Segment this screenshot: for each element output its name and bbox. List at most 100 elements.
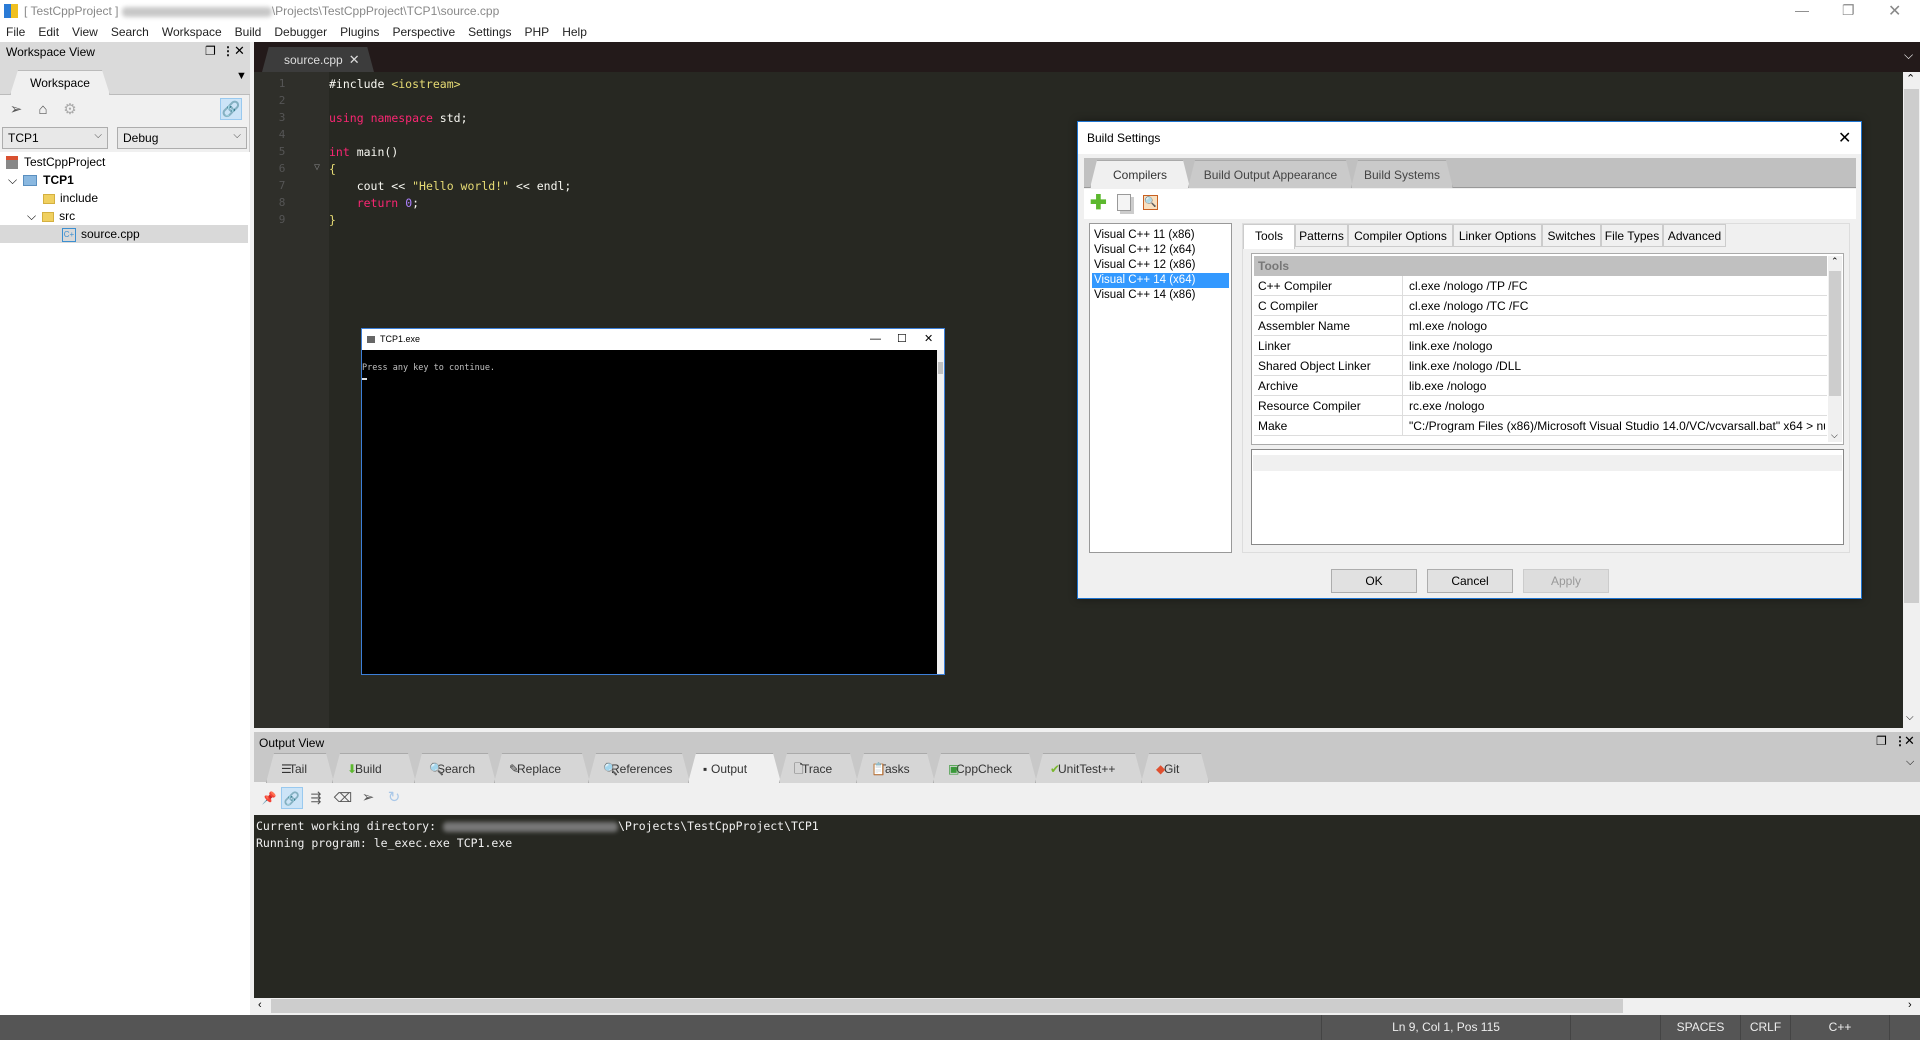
tab-build-output-appearance[interactable]: Build Output Appearance — [1188, 160, 1353, 188]
chevron-down-icon[interactable]: ▼ — [236, 70, 247, 82]
tab-tools[interactable]: Tools — [1243, 224, 1295, 249]
paper-plane-icon[interactable]: ➢ — [5, 99, 27, 121]
line-ending[interactable]: CRLF — [1740, 1015, 1790, 1040]
compiler-item[interactable]: Visual C++ 12 (x86) — [1092, 258, 1229, 273]
grid-value[interactable]: cl.exe /nologo /TC /FC — [1405, 296, 1825, 316]
tab-workspace[interactable]: Workspace — [10, 70, 110, 95]
compiler-item[interactable]: Visual C++ 11 (x86) — [1092, 228, 1229, 243]
minimize-button[interactable]: — — [870, 329, 881, 350]
output-hscrollbar[interactable]: ‹ › — [254, 998, 1920, 1015]
home-icon[interactable]: ⌂ — [32, 99, 54, 121]
compiler-item-selected[interactable]: Visual C++ 14 (x64) — [1092, 273, 1229, 288]
grid-row[interactable]: Make "C:/Program Files (x86)/Microsoft Vi… — [1254, 416, 1827, 436]
menu-help[interactable]: Help — [562, 25, 587, 39]
grid-value[interactable]: cl.exe /nologo /TP /FC — [1405, 276, 1825, 296]
grid-row[interactable]: Archive lib.exe /nologo — [1254, 376, 1827, 396]
grid-value[interactable]: rc.exe /nologo — [1405, 396, 1825, 416]
tab-replace[interactable]: ✎ Replace — [494, 753, 590, 783]
tree-item-source-cpp[interactable]: C+ source.cpp — [0, 225, 248, 243]
tab-tasks[interactable]: 📋 Tasks — [856, 753, 935, 783]
chevron-right-icon[interactable]: › — [1908, 999, 1912, 1011]
menu-view[interactable]: View — [72, 25, 98, 39]
minimize-button[interactable]: — — [1795, 2, 1809, 18]
grid-row[interactable]: Linker link.exe /nologo — [1254, 336, 1827, 356]
output-console[interactable]: Current working directory: \Projects\Tes… — [254, 815, 1920, 998]
grid-value[interactable]: ml.exe /nologo — [1405, 316, 1825, 336]
refresh-icon[interactable]: ↻ — [383, 787, 405, 809]
apply-button[interactable]: Apply — [1523, 569, 1609, 593]
menu-plugins[interactable]: Plugins — [340, 25, 379, 39]
tab-file-types[interactable]: File Types — [1601, 224, 1663, 247]
grid-value[interactable]: "C:/Program Files (x86)/Microsoft Visual… — [1405, 416, 1825, 436]
editor-scrollbar[interactable]: ⌃ ⌵ — [1903, 72, 1920, 728]
link-icon[interactable]: 🔗 — [281, 787, 303, 809]
menu-settings[interactable]: Settings — [468, 25, 511, 39]
tab-search[interactable]: 🔍 Search — [414, 753, 496, 783]
tab-source-cpp[interactable]: source.cpp ✕ — [262, 47, 374, 72]
gear-icon[interactable]: ⚙ — [59, 99, 81, 121]
link-icon[interactable]: 🔗 — [220, 98, 242, 120]
tree-item-tcp1[interactable]: ⌵ TCP1 — [0, 171, 248, 189]
scrollbar-thumb[interactable] — [1904, 89, 1919, 603]
chevron-up-icon[interactable]: ⌃ — [1906, 72, 1915, 85]
cancel-button[interactable]: Cancel — [1427, 569, 1513, 593]
menu-edit[interactable]: Edit — [38, 25, 59, 39]
pin-icon[interactable]: 📌 — [258, 787, 280, 809]
chevron-down-icon[interactable]: ⌵ — [27, 209, 36, 223]
float-icon[interactable]: ❐ — [205, 44, 216, 58]
tree-item-workspace[interactable]: TestCppProject — [0, 153, 248, 171]
menu-file[interactable]: File — [6, 25, 25, 39]
tab-build[interactable]: ⬇ Build — [332, 753, 416, 783]
close-icon[interactable]: ✕ — [1904, 733, 1915, 749]
grid-row[interactable]: C Compiler cl.exe /nologo /TC /FC — [1254, 296, 1827, 316]
chevron-up-icon[interactable]: ⌃ — [1831, 256, 1839, 267]
tab-references[interactable]: 🔍 References — [588, 753, 690, 783]
grid-value[interactable]: link.exe /nologo — [1405, 336, 1825, 356]
tab-compilers[interactable]: Compilers — [1090, 160, 1190, 188]
compiler-item[interactable]: Visual C++ 14 (x86) — [1092, 288, 1229, 303]
word-wrap-icon[interactable]: ⇶ — [305, 787, 327, 809]
tab-build-systems[interactable]: Build Systems — [1351, 160, 1453, 188]
scrollbar-thumb[interactable] — [271, 999, 1623, 1013]
chevron-down-icon[interactable]: ⌵ — [1904, 48, 1913, 63]
chevron-down-icon[interactable]: ⌵ — [1831, 430, 1838, 441]
maximize-button[interactable]: ☐ — [897, 329, 907, 350]
tab-cppcheck[interactable]: ▣ CppCheck — [933, 753, 1037, 783]
indent-mode[interactable]: SPACES — [1660, 1015, 1740, 1040]
tab-linker-options[interactable]: Linker Options — [1453, 224, 1542, 247]
config-combo[interactable]: Debug ⌵ — [117, 127, 247, 149]
scrollbar-thumb[interactable] — [1829, 271, 1841, 396]
tab-switches[interactable]: Switches — [1542, 224, 1601, 247]
more-icon[interactable]: ⋮ — [222, 44, 234, 58]
menu-perspective[interactable]: Perspective — [392, 25, 455, 39]
chevron-left-icon[interactable]: ‹ — [258, 999, 262, 1011]
tab-compiler-options[interactable]: Compiler Options — [1348, 224, 1453, 247]
clear-icon[interactable]: ⌫ — [332, 787, 354, 809]
grid-row[interactable]: Assembler Name ml.exe /nologo — [1254, 316, 1827, 336]
grid-value[interactable]: lib.exe /nologo — [1405, 376, 1825, 396]
grid-row[interactable]: Resource Compiler rc.exe /nologo — [1254, 396, 1827, 416]
close-button[interactable]: ✕ — [1838, 128, 1851, 148]
float-icon[interactable]: ❐ — [1876, 734, 1887, 748]
grid-row[interactable]: C++ Compiler cl.exe /nologo /TP /FC — [1254, 276, 1827, 296]
menu-build[interactable]: Build — [235, 25, 262, 39]
language-mode[interactable]: C++ — [1790, 1015, 1890, 1040]
tab-advanced[interactable]: Advanced — [1663, 224, 1726, 247]
close-icon[interactable]: ✕ — [349, 52, 360, 67]
add-icon[interactable]: ✚ — [1090, 192, 1107, 214]
menu-debugger[interactable]: Debugger — [274, 25, 327, 39]
tab-trace[interactable]: 🗋 Trace — [779, 753, 858, 783]
ok-button[interactable]: OK — [1331, 569, 1417, 593]
compiler-item[interactable]: Visual C++ 12 (x64) — [1092, 243, 1229, 258]
menu-workspace[interactable]: Workspace — [162, 25, 222, 39]
menu-search[interactable]: Search — [111, 25, 149, 39]
close-button[interactable]: ✕ — [1888, 1, 1901, 21]
console-scrollbar[interactable] — [937, 350, 944, 674]
chevron-down-icon[interactable]: ⌵ — [8, 173, 17, 187]
close-button[interactable]: ✕ — [924, 329, 933, 350]
project-combo[interactable]: TCP1 ⌵ — [2, 127, 108, 149]
grid-scrollbar[interactable]: ⌃ ⌵ — [1828, 256, 1842, 442]
tab-tail[interactable]: ☰ Tail — [266, 753, 334, 783]
chevron-down-icon[interactable]: ⌵ — [1906, 756, 1914, 769]
fold-marker-icon[interactable]: ▽ — [314, 162, 320, 173]
